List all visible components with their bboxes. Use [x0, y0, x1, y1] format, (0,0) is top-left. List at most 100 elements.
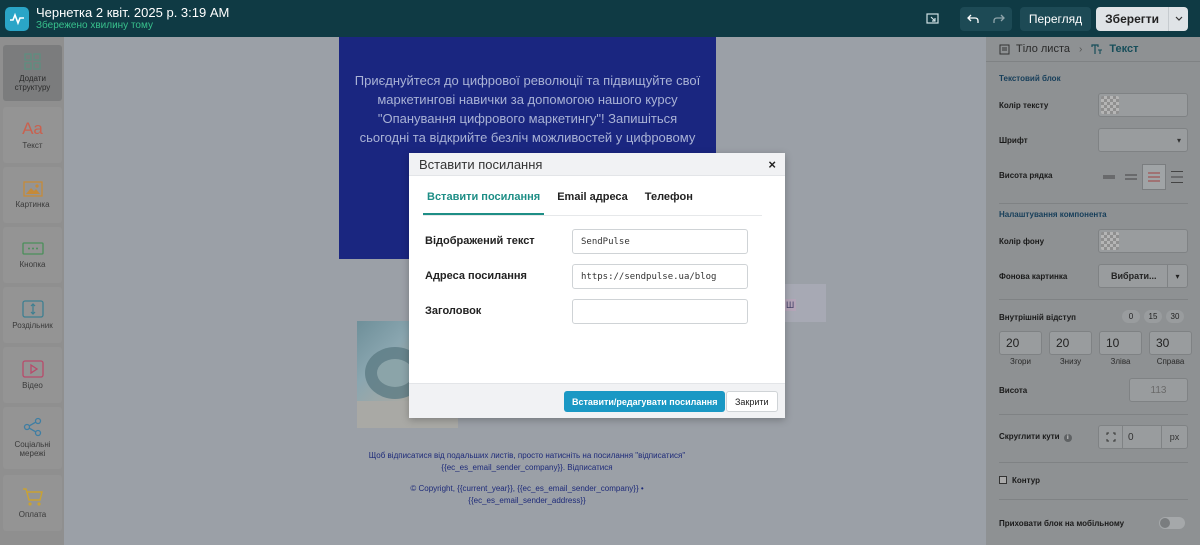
text-color-picker[interactable] [1098, 93, 1188, 117]
text-icon [1091, 43, 1103, 54]
text-color-label: Колір тексту [999, 101, 1049, 110]
body-icon [999, 44, 1010, 54]
partial-button-block[interactable]: Ш [778, 284, 826, 322]
height-input[interactable]: 113 [1129, 378, 1188, 402]
hero-text[interactable]: Приєднуйтеся до цифрової революції та пі… [353, 71, 702, 147]
document-title-box: Чернетка 2 квіт. 2025 р. 3:19 AM Збереже… [36, 5, 229, 33]
padding-right-caption: Справа [1156, 357, 1185, 366]
panel-divider [999, 414, 1188, 415]
button-icon [21, 241, 44, 255]
sidebar-item-video[interactable]: Відео [3, 347, 62, 403]
partial-button-label: Ш [784, 299, 797, 311]
tab-label: Текст [1109, 43, 1139, 55]
font-select[interactable]: ▾ [1098, 128, 1188, 152]
dialog-tabs: Вставити посилання Email адреса Телефон [423, 183, 762, 216]
sidebar-item-label: Текст [22, 140, 43, 150]
sidebar-item-text[interactable]: Aa Текст [3, 107, 62, 163]
padding-left-input[interactable]: 10 [1099, 331, 1142, 355]
chevron-down-icon[interactable] [1168, 6, 1188, 31]
padding-presets: 0 15 30 [1122, 310, 1184, 323]
grid-icon [23, 53, 41, 70]
padding-label: Внутрішній відступ [999, 313, 1077, 322]
video-play-icon [21, 359, 44, 378]
padding-top-input[interactable]: 20 [999, 331, 1042, 355]
border-label: Контур [1012, 476, 1040, 485]
sidebar-item-divider[interactable]: Роздільник [3, 287, 62, 343]
app-logo-icon[interactable] [5, 6, 29, 31]
link-title-input[interactable] [572, 299, 748, 324]
padding-preset-15[interactable]: 15 [1144, 310, 1162, 323]
save-status: Збережено хвилину тому [36, 20, 153, 32]
sidebar-item-label: Додати структуру [14, 74, 51, 92]
rounded-corners-unit[interactable]: px [1161, 426, 1187, 448]
choose-bg-image-button[interactable]: Вибрати... [1099, 265, 1167, 287]
padding-bottom-input[interactable]: 20 [1049, 331, 1092, 355]
link-url-input[interactable]: https://sendpulse.ua/blog [572, 264, 748, 289]
cart-icon [22, 487, 43, 506]
line-height-tight-icon[interactable] [1098, 164, 1120, 190]
corners-icon[interactable] [1099, 426, 1123, 448]
text-aa-icon: Aa [22, 118, 43, 138]
sidebar-item-payment[interactable]: Оплата [3, 475, 62, 531]
undo-redo-group [959, 6, 1012, 31]
sidebar-item-structure[interactable]: Додати структуру [3, 45, 62, 101]
copyright-line-1: © Copyright, {{current_year}}, {{ec_es_e… [410, 484, 644, 493]
tab-phone[interactable]: Телефон [641, 183, 697, 215]
insert-link-dialog: Вставити посилання × Вставити посилання … [409, 153, 785, 418]
rounded-corners-control: 0 px [1098, 425, 1188, 449]
unsubscribe-company: {{ec_es_email_sender_company}}. [441, 463, 566, 472]
padding-right-input[interactable]: 30 [1149, 331, 1192, 355]
preview-button[interactable]: Перегляд [1019, 6, 1092, 31]
redo-icon[interactable] [986, 7, 1012, 31]
padding-left: 10 Зліва [1099, 331, 1142, 366]
bg-color-label: Колір фону [999, 237, 1045, 246]
sidebar-item-label: Оплата [18, 509, 47, 519]
dialog-title: Вставити посилання [419, 156, 543, 172]
sidebar-item-button[interactable]: Кнопка [3, 227, 62, 283]
bg-image-label: Фонова картинка [999, 272, 1068, 281]
sidebar-item-label: Роздільник [12, 320, 53, 330]
line-height-normal-icon[interactable] [1120, 164, 1142, 190]
display-text-input[interactable]: SendPulse [572, 229, 748, 254]
hide-mobile-label: Приховати блок на мобільному [999, 519, 1125, 528]
panel-divider [999, 299, 1188, 300]
unsubscribe-message: Щоб відписатися від подальших листів, пр… [368, 451, 686, 460]
insert-edit-link-button[interactable]: Вставити/редагувати посилання [564, 391, 726, 412]
close-dialog-button[interactable]: Закрити [726, 391, 778, 412]
panel-breadcrumb-tabs: Тіло листа › Текст [986, 37, 1200, 62]
copyright-text: © Copyright, {{current_year}}, {{ec_es_e… [347, 483, 707, 507]
dialog-header: Вставити посилання × [409, 153, 785, 176]
chevron-down-icon: ▾ [1176, 136, 1181, 145]
unsubscribe-text: Щоб відписатися від подальших листів, пр… [347, 450, 707, 474]
padding-preset-30[interactable]: 30 [1166, 310, 1184, 323]
line-height-loose-icon[interactable] [1166, 164, 1188, 190]
undo-icon[interactable] [960, 7, 986, 31]
close-icon[interactable]: × [768, 157, 776, 172]
rounded-corners-input[interactable]: 0 [1123, 426, 1161, 448]
tab-label: Тіло листа [1016, 43, 1070, 55]
padding-preset-0[interactable]: 0 [1122, 310, 1140, 323]
copyright-line-2: {{ec_es_email_sender_address}} [468, 496, 586, 505]
panel-divider [999, 203, 1188, 204]
tab-text[interactable]: Текст [1091, 43, 1138, 55]
sidebar-item-label: Картинка [15, 199, 50, 209]
tab-email-body[interactable]: Тіло листа [999, 43, 1070, 55]
sidebar-item-social[interactable]: Соціальні мережі [3, 407, 62, 469]
template-icon[interactable] [920, 7, 946, 31]
tab-email-address[interactable]: Email адреса [553, 183, 632, 215]
line-height-medium-icon[interactable] [1142, 164, 1166, 190]
dialog-footer: Вставити/редагувати посилання Закрити [409, 383, 785, 418]
save-button[interactable]: Зберегти [1096, 7, 1168, 31]
component-settings-title: Налаштування компонента [999, 210, 1107, 219]
document-title[interactable]: Чернетка 2 квіт. 2025 р. 3:19 AM [36, 5, 229, 21]
link-url-label: Адреса посилання [425, 270, 527, 282]
tab-insert-link[interactable]: Вставити посилання [423, 183, 545, 215]
chevron-down-icon[interactable]: ▾ [1167, 265, 1187, 287]
info-icon[interactable]: i [1063, 434, 1072, 442]
text-block-title: Текстовий блок [999, 74, 1061, 83]
bg-color-picker[interactable] [1098, 229, 1188, 253]
border-checkbox[interactable] [999, 476, 1007, 484]
unsubscribe-link[interactable]: Відписатися [567, 463, 612, 472]
hide-mobile-toggle[interactable] [1159, 517, 1185, 529]
sidebar-item-image[interactable]: Картинка [3, 167, 62, 223]
